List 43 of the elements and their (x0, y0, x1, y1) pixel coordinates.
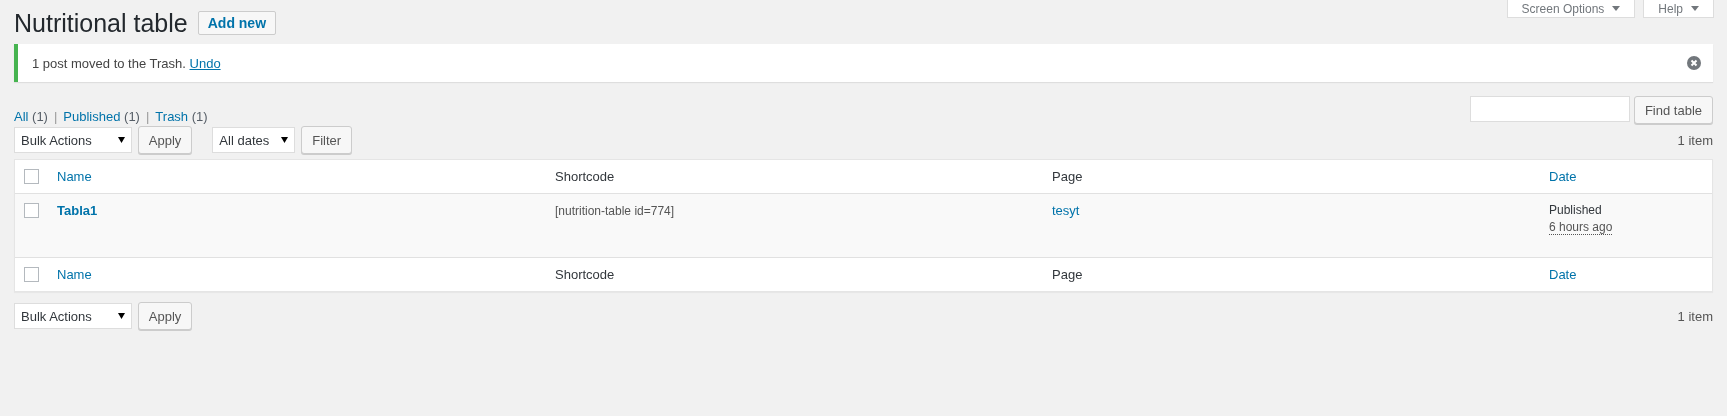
view-filter-link[interactable]: Trash (1) (155, 109, 208, 124)
column-header[interactable]: Name (57, 169, 92, 184)
column-footer: Shortcode (555, 267, 615, 282)
select-all-checkbox[interactable] (24, 267, 39, 282)
date-filter-dropdown[interactable]: All dates (212, 127, 296, 153)
column-header[interactable]: Date (1549, 169, 1577, 184)
caret-icon (1612, 6, 1621, 11)
view-filter-link[interactable]: All (1) (14, 109, 48, 124)
row-checkbox[interactable] (24, 203, 39, 218)
apply-button[interactable]: Apply (137, 126, 193, 154)
column-footer[interactable]: Date (1549, 267, 1577, 282)
select-all-checkbox[interactable] (24, 169, 39, 184)
column-header: Page (1052, 169, 1083, 184)
caret-icon (117, 313, 125, 319)
item-count: 1 item (1677, 132, 1713, 148)
column-footer: Page (1052, 267, 1083, 282)
separator-text: | (53, 109, 58, 124)
shortcode-cell: [nutrition-table id=774] (555, 204, 675, 218)
find-table-button[interactable]: Find table (1633, 96, 1713, 124)
undo-link[interactable]: Undo (189, 55, 221, 71)
bulk-actions-dropdown[interactable]: Bulk Actions (14, 303, 132, 329)
page-title: Nutritional table (14, 8, 188, 38)
post-title-link[interactable]: Tabla1 (57, 203, 98, 218)
item-count: 1 item (1677, 308, 1713, 324)
column-footer[interactable]: Name (57, 267, 92, 282)
apply-button[interactable]: Apply (137, 302, 193, 330)
add-new-button[interactable]: Add new (197, 11, 277, 35)
filter-button[interactable]: Filter (301, 126, 353, 154)
status-text: Published (1549, 203, 1602, 217)
separator-text: | (145, 109, 150, 124)
column-header: Shortcode (555, 169, 615, 184)
caret-icon (281, 137, 289, 143)
notice-text: 1 post moved to the Trash. Undo (32, 55, 221, 71)
date-text: 6 hours ago (1549, 221, 1613, 236)
search-field[interactable] (1469, 96, 1630, 122)
view-filter-link[interactable]: Published (1) (63, 109, 140, 124)
screen-meta-tab[interactable]: Help (1643, 0, 1714, 18)
caret-icon (117, 137, 125, 143)
bulk-actions-dropdown[interactable]: Bulk Actions (14, 127, 132, 153)
screen-meta-tab[interactable]: Screen Options (1506, 0, 1636, 18)
page-link[interactable]: tesyt (1052, 203, 1080, 218)
close-icon[interactable] (1687, 56, 1701, 70)
caret-icon (1691, 6, 1699, 11)
